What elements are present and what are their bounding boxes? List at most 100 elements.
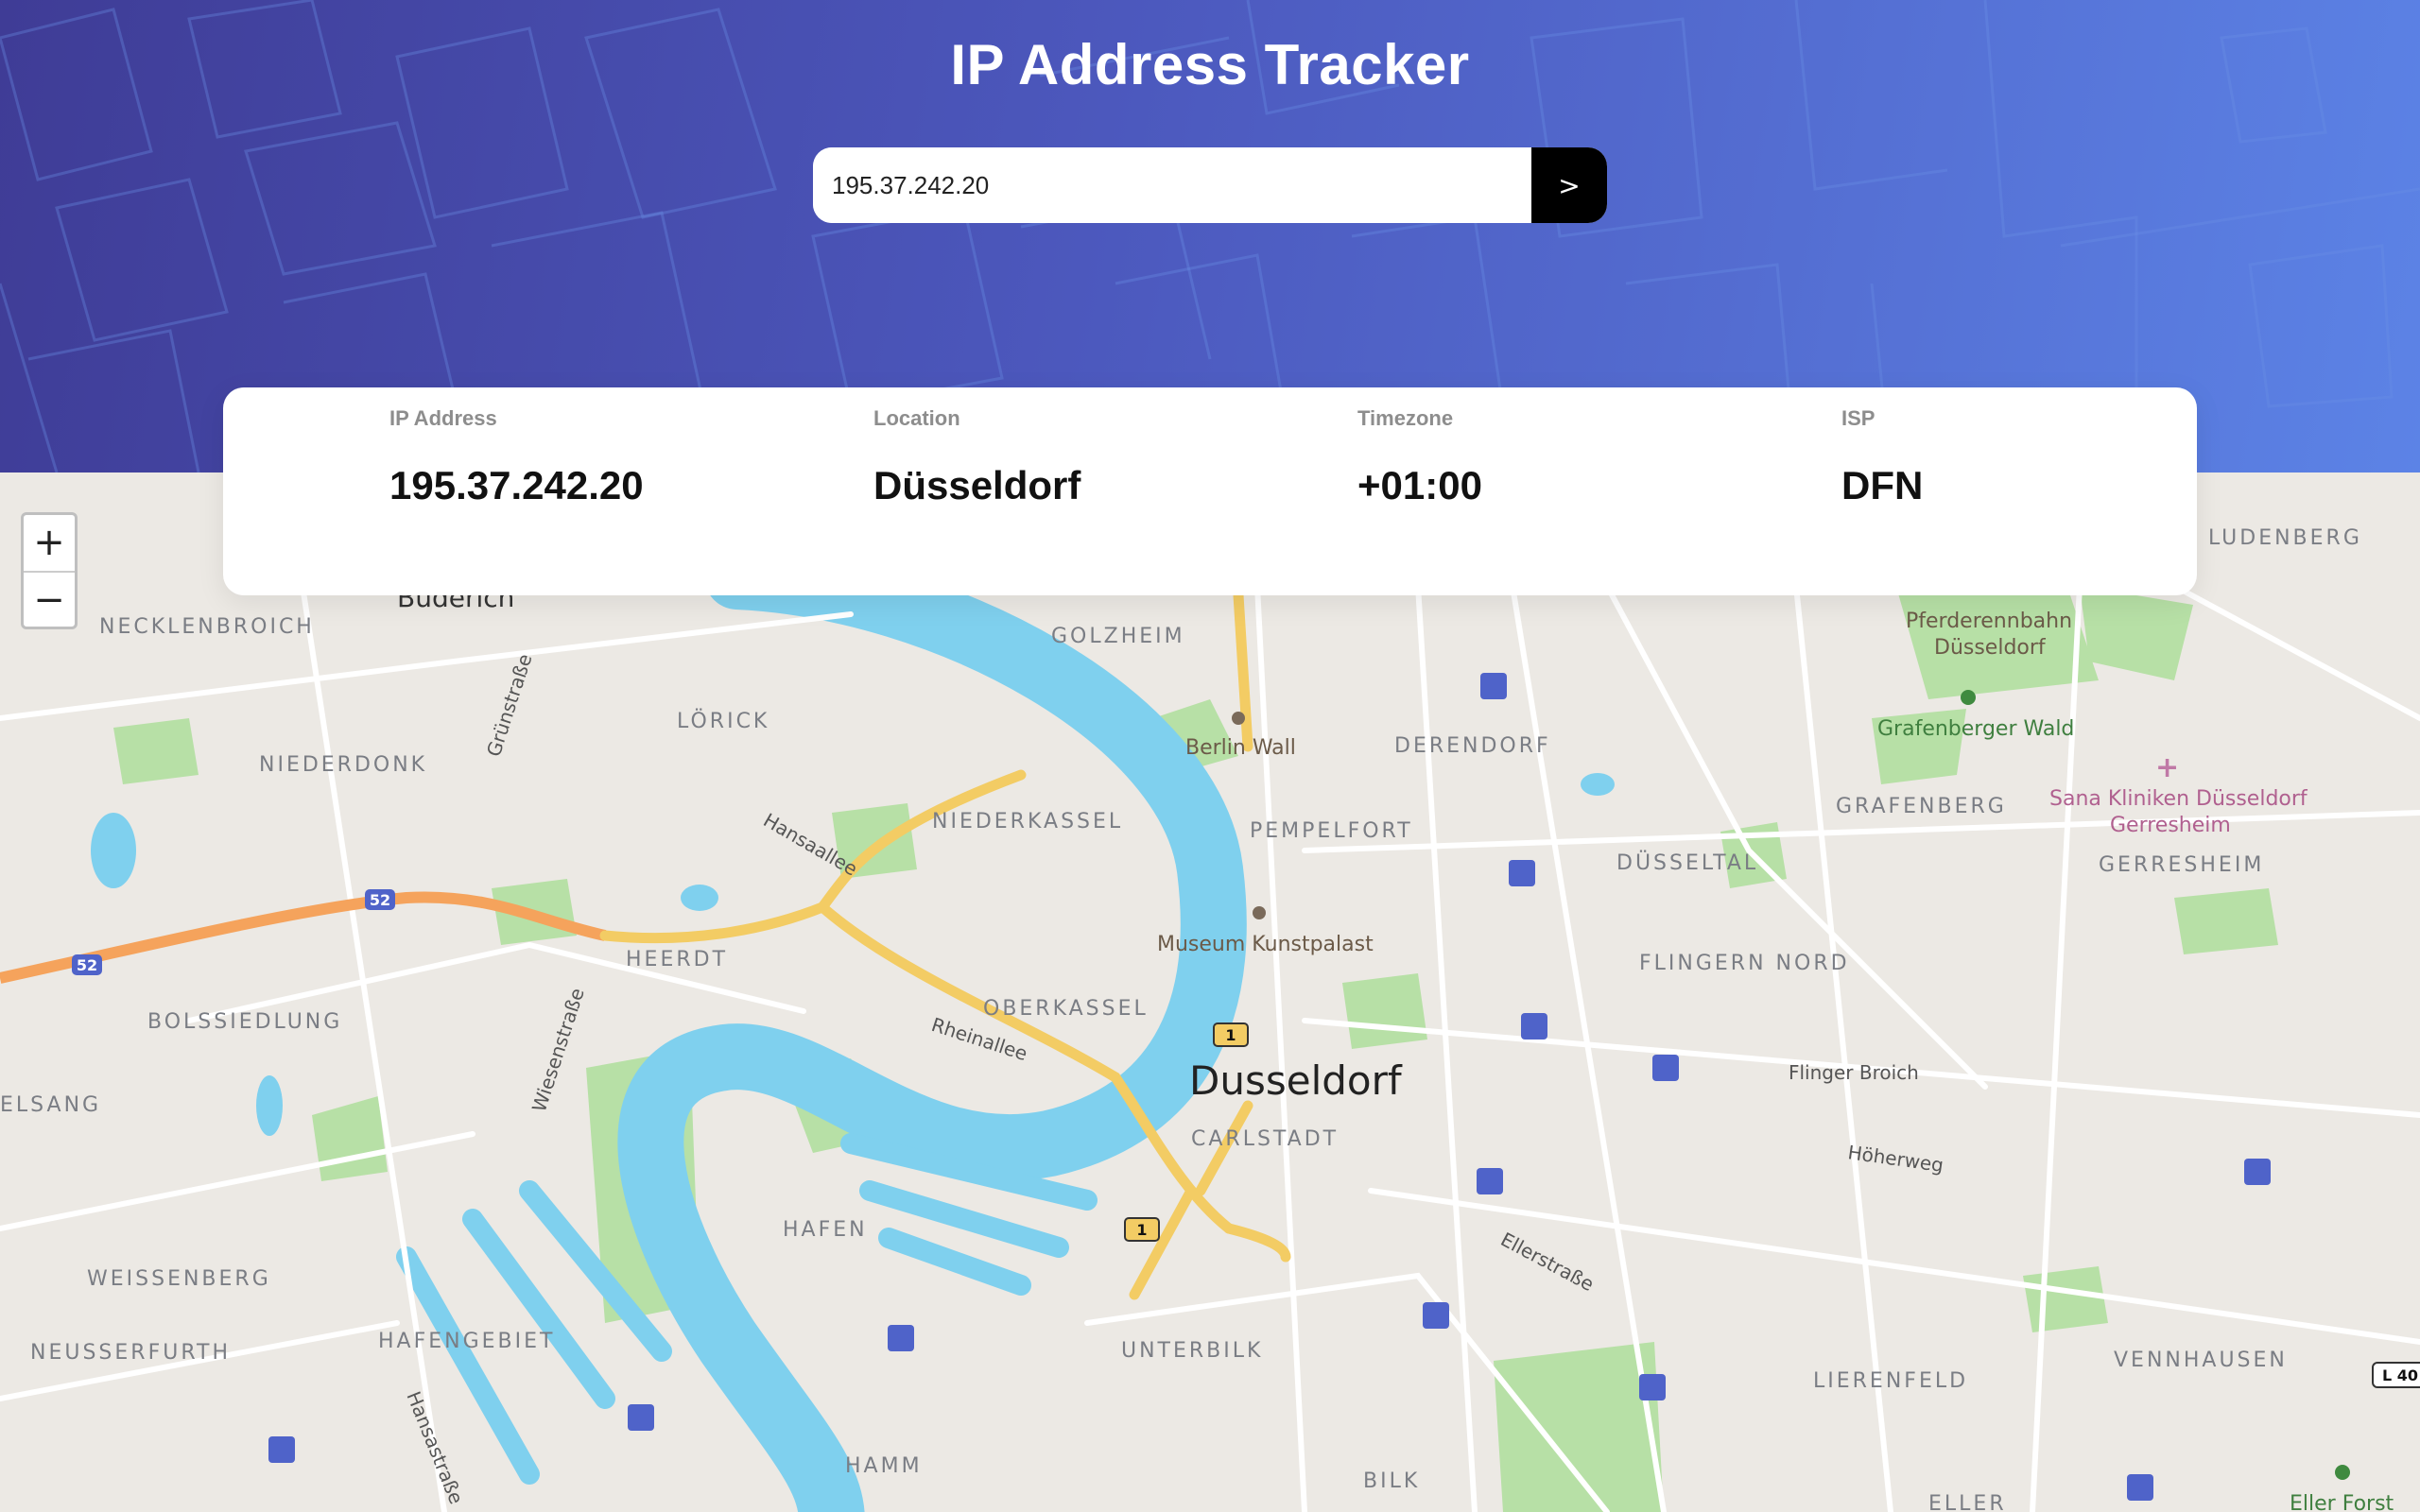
district-label: GRAFENBERG <box>1836 795 2007 818</box>
transit-station-icon <box>2244 1159 2271 1185</box>
street <box>1415 583 1478 1512</box>
ip-info-card: IP Address 195.37.242.20 Location Düssel… <box>223 387 2197 595</box>
transit-station-icon <box>1639 1374 1666 1400</box>
ip-address-stat: IP Address 195.37.242.20 <box>389 406 843 508</box>
lake <box>1581 773 1615 796</box>
district-label: LIERENFELD <box>1813 1369 1968 1393</box>
district-label: NEUSSERFURTH <box>30 1341 231 1365</box>
transit-station-icon <box>1509 860 1535 886</box>
svg-text:52: 52 <box>77 956 97 974</box>
isp-label: ISP <box>1841 406 1876 430</box>
park-area <box>2080 586 2193 680</box>
harbour-basin <box>878 1228 1031 1296</box>
transit-station-icon <box>1521 1013 1547 1040</box>
district-label: HAMM <box>845 1454 923 1478</box>
ip-search-input[interactable] <box>813 147 1531 223</box>
svg-text:1: 1 <box>1225 1026 1236 1044</box>
main-road <box>1129 1185 1197 1300</box>
main-road <box>1223 1223 1291 1263</box>
isp-value: DFN <box>1841 463 1924 507</box>
district-label: BOLSSIEDLUNG <box>147 1010 342 1034</box>
place-label: Düsseldorf <box>1934 636 2047 660</box>
isp-stat: ISP DFN <box>1841 406 2295 508</box>
district-label: NIEDERKASSEL <box>932 810 1123 833</box>
timezone-stat: Timezone +01:00 <box>1357 406 1811 508</box>
district-label: HAFENGEBIET <box>378 1330 555 1353</box>
city-label: Dusseldorf <box>1189 1057 1403 1104</box>
street <box>2171 583 2420 721</box>
route-shield: 1 <box>1124 1217 1160 1242</box>
street <box>300 583 447 1512</box>
poi-marker-icon <box>1232 712 1245 725</box>
location-label: Location <box>873 406 960 430</box>
street <box>1302 810 2420 853</box>
street-label: Grünstraße <box>482 651 537 760</box>
svg-text:52: 52 <box>370 891 390 909</box>
transit-station-icon <box>1423 1302 1449 1329</box>
transit-station-icon <box>888 1325 914 1351</box>
district-label: NECKLENBROICH <box>99 615 315 639</box>
zoom-in-button[interactable]: + <box>24 515 75 571</box>
district-label: UNTERBILK <box>1121 1339 1263 1363</box>
transit-station-icon <box>1477 1168 1503 1194</box>
district-label: GERRESHEIM <box>2099 853 2264 877</box>
route-shield: 1 <box>1213 1022 1249 1047</box>
route-shield: 52 <box>72 954 102 975</box>
park-area <box>2023 1266 2108 1332</box>
street-label: Ellerstraße <box>1497 1228 1599 1296</box>
district-label: FLINGERN NORD <box>1639 952 1850 975</box>
district-label: DÜSSELTAL <box>1616 850 1758 875</box>
park-area <box>312 1096 388 1181</box>
district-label: HEERDT <box>626 948 728 971</box>
district-label: HAFEN <box>783 1218 868 1242</box>
tree-icon <box>1961 690 1976 705</box>
district-label: PEMPELFORT <box>1250 819 1413 843</box>
district-label: ELLER <box>1928 1492 2007 1512</box>
street-label: Hansastraße <box>402 1388 468 1507</box>
street <box>0 1131 475 1231</box>
district-label: VENNHAUSEN <box>2114 1349 2288 1372</box>
map-view[interactable]: 52 52 1 1 L 40 + Büderich NECKLENBROICH … <box>0 491 2420 1512</box>
place-label: Museum Kunstpalast <box>1157 933 1374 956</box>
lake <box>91 813 136 888</box>
district-label: LÖRICK <box>677 709 769 733</box>
district-label: OBERKASSEL <box>983 997 1149 1021</box>
lake <box>681 885 718 911</box>
street <box>1254 583 1307 1512</box>
street <box>1368 1188 2420 1345</box>
search-submit-button[interactable]: > <box>1531 147 1607 223</box>
tree-icon <box>2335 1465 2350 1480</box>
transit-station-icon <box>1480 673 1507 699</box>
route-shield: 52 <box>365 889 395 910</box>
svg-text:1: 1 <box>1136 1221 1147 1239</box>
district-label: WEISSENBERG <box>87 1267 271 1291</box>
street-label: Flinger Broich <box>1789 1061 1919 1084</box>
park-area <box>2174 888 2278 954</box>
map-zoom-control: + − <box>21 512 78 629</box>
place-label: Berlin Wall <box>1185 736 1296 760</box>
district-label: LUDENBERG <box>2208 526 2362 550</box>
map-canvas[interactable]: 52 52 1 1 L 40 + Büderich NECKLENBROICH … <box>0 491 2420 1512</box>
district-label: CARLSTADT <box>1191 1127 1339 1151</box>
transit-station-icon <box>268 1436 295 1463</box>
place-label: Eller Forst <box>2290 1492 2394 1512</box>
park-area <box>1342 973 1427 1049</box>
svg-text:L 40: L 40 <box>2382 1366 2418 1384</box>
ip-search-form: > <box>813 147 1607 223</box>
page-title: IP Address Tracker <box>950 33 1470 96</box>
district-label: GOLZHEIM <box>1051 625 1185 648</box>
poi-marker-icon <box>1253 906 1266 919</box>
hospital-icon: + <box>2155 751 2179 784</box>
transit-station-icon <box>1652 1055 1679 1081</box>
transit-station-icon <box>2127 1474 2153 1501</box>
location-value: Düsseldorf <box>873 463 1081 507</box>
place-label: Grafenberger Wald <box>1877 717 2074 741</box>
park-area <box>113 718 199 784</box>
place-label: Sana Kliniken Düsseldorf <box>2049 787 2308 811</box>
zoom-out-button[interactable]: − <box>24 571 75 628</box>
route-shield: L 40 <box>2372 1362 2420 1388</box>
district-label: BILK <box>1363 1469 1420 1493</box>
lake <box>256 1075 283 1136</box>
place-label: Pferderennbahn <box>1906 610 2072 633</box>
timezone-label: Timezone <box>1357 406 1454 430</box>
